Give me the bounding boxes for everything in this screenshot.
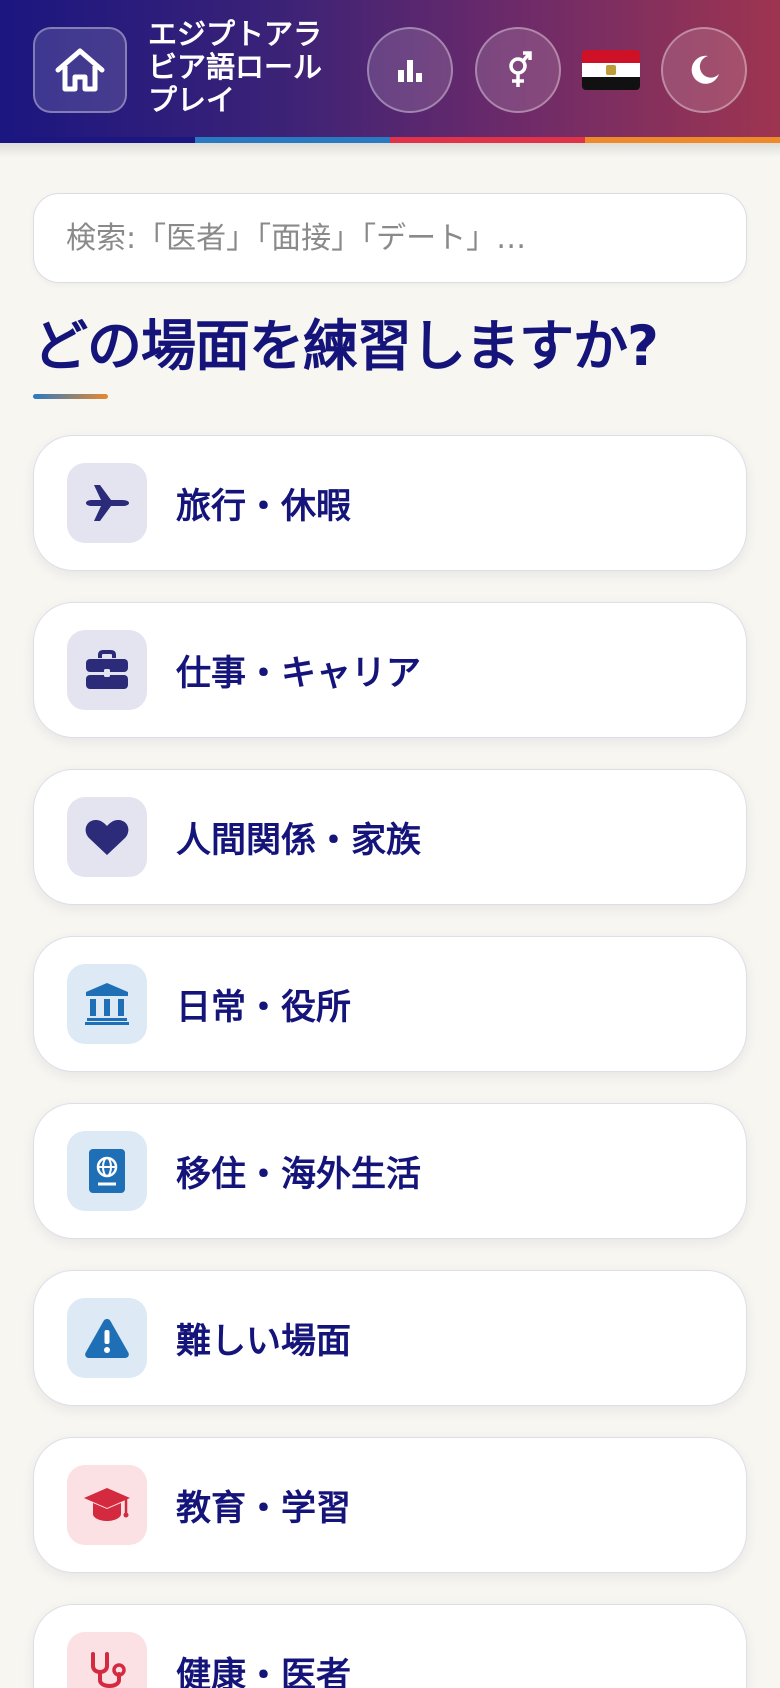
search-box[interactable]	[33, 193, 747, 283]
category-label: 旅行・休暇	[176, 486, 352, 527]
category-label: 難しい場面	[176, 1321, 352, 1362]
moon-icon	[691, 55, 719, 84]
category-icon-box	[67, 630, 147, 710]
gender-icon	[509, 51, 532, 87]
stethoscope-icon	[91, 1652, 126, 1688]
passport-icon	[89, 1149, 125, 1193]
egypt-flag[interactable]	[582, 50, 640, 90]
app-title: エジプトアラビア語ロールプレイ	[148, 17, 323, 117]
category-icon-box	[67, 463, 147, 543]
graduation-cap-icon	[84, 1488, 130, 1521]
gender-button[interactable]	[475, 27, 561, 113]
airplane-icon	[86, 485, 129, 521]
home-button[interactable]	[33, 27, 127, 113]
category-card-health[interactable]: 健康・医者	[33, 1604, 747, 1688]
category-icon-box	[67, 1465, 147, 1545]
page-title: どの場面を練習しますか?	[33, 314, 659, 378]
category-label: 移住・海外生活	[176, 1154, 422, 1195]
category-icon-box	[67, 964, 147, 1044]
category-card-immigration[interactable]: 移住・海外生活	[33, 1103, 747, 1239]
category-card-travel[interactable]: 旅行・休暇	[33, 435, 747, 571]
home-icon	[55, 48, 105, 92]
warning-icon	[85, 1319, 129, 1358]
category-icon-box	[67, 1131, 147, 1211]
category-label: 人間関係・家族	[176, 820, 422, 861]
category-label: 健康・医者	[176, 1655, 352, 1688]
category-icon-box	[67, 1632, 147, 1688]
category-label: 日常・役所	[176, 987, 352, 1028]
bank-icon	[85, 983, 129, 1025]
category-card-relationships[interactable]: 人間関係・家族	[33, 769, 747, 905]
header-shadow	[0, 143, 780, 157]
title-underline	[33, 394, 108, 399]
category-card-education[interactable]: 教育・学習	[33, 1437, 747, 1573]
category-icon-box	[67, 1298, 147, 1378]
eagle-emblem	[606, 65, 616, 75]
app-header: エジプトアラビア語ロールプレイ	[0, 0, 780, 143]
stats-button[interactable]	[367, 27, 453, 113]
category-card-difficult-situations[interactable]: 難しい場面	[33, 1270, 747, 1406]
category-card-work[interactable]: 仕事・キャリア	[33, 602, 747, 738]
category-card-daily-life[interactable]: 日常・役所	[33, 936, 747, 1072]
bar-chart-icon	[398, 60, 422, 82]
category-label: 仕事・キャリア	[176, 653, 422, 694]
theme-toggle-button[interactable]	[661, 27, 747, 113]
category-icon-box	[67, 797, 147, 877]
heart-icon	[85, 819, 129, 855]
briefcase-icon	[86, 650, 128, 689]
category-label: 教育・学習	[176, 1488, 352, 1529]
search-input[interactable]	[34, 194, 746, 282]
